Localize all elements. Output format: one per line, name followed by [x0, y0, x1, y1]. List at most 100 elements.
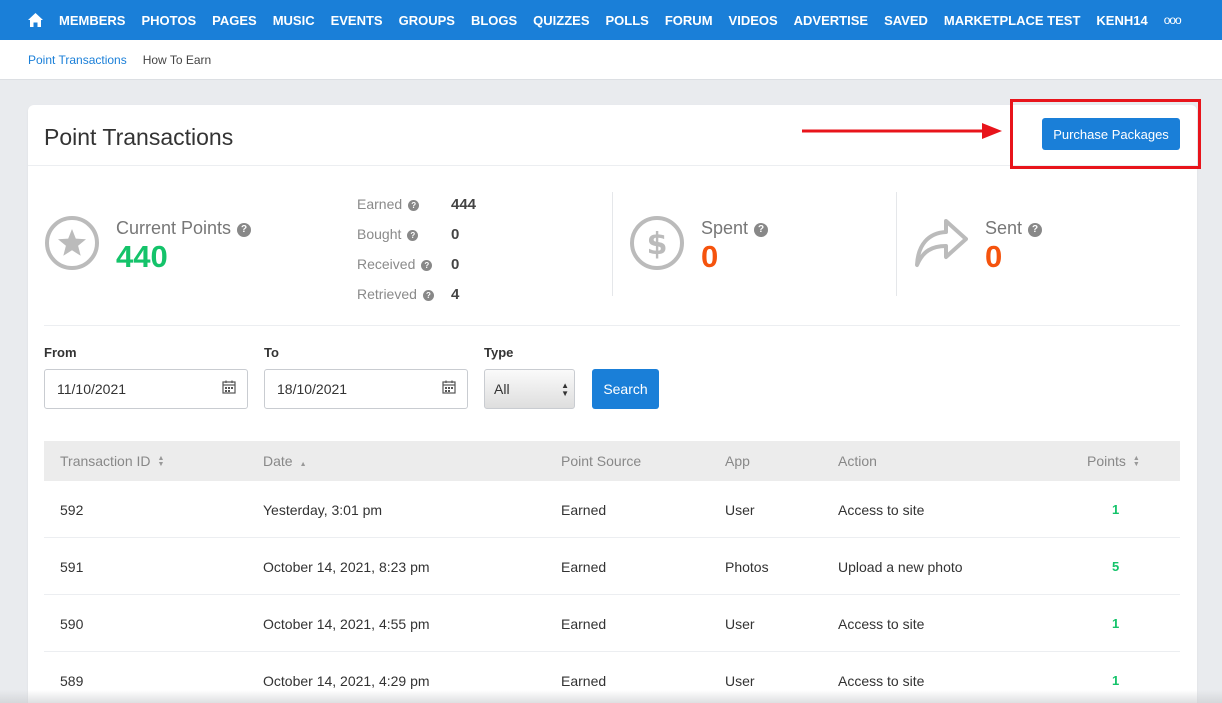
nav-item-photos[interactable]: PHOTOS — [141, 13, 196, 28]
spent-label: Spent — [701, 218, 749, 238]
breakdown-row-received: Received? 0 — [357, 249, 476, 279]
cell-points: 1 — [1112, 616, 1120, 631]
spent-value: 0 — [701, 239, 719, 274]
cell-action: Upload a new photo — [838, 559, 963, 575]
sent-value: 0 — [985, 239, 1003, 274]
svg-text:$: $ — [647, 227, 668, 262]
nav-item-quizzes[interactable]: QUIZZES — [533, 13, 589, 28]
cell-action: Access to site — [838, 616, 925, 632]
share-arrow-icon — [915, 219, 968, 267]
column-header-transaction-id[interactable]: Transaction ID ▲ ▼ — [60, 453, 164, 469]
column-header-date[interactable]: Date ▲ — [263, 453, 307, 469]
help-icon[interactable]: ? — [1028, 223, 1043, 237]
bought-value: 0 — [451, 225, 460, 243]
retrieved-value: 4 — [451, 285, 460, 303]
nav-item-groups[interactable]: GROUPS — [399, 13, 455, 28]
cell-transaction-id: 592 — [60, 502, 84, 518]
cell-app: Photos — [725, 559, 769, 575]
points-summary: Current Points? 440 Earned? 444 Bought? … — [44, 189, 1180, 303]
help-icon[interactable]: ? — [754, 223, 769, 237]
from-date-input[interactable] — [44, 369, 248, 409]
nav-item-pages[interactable]: PAGES — [212, 13, 257, 28]
card-header: Point Transactions Purchase Packages — [28, 99, 1201, 169]
cell-points: 1 — [1112, 502, 1120, 517]
current-points-value: 440 — [116, 239, 168, 274]
points-breakdown: Earned? 444 Bought? 0 Received? 0 Retrie… — [357, 189, 476, 309]
cell-transaction-id: 589 — [60, 673, 84, 689]
nav-item-members[interactable]: MEMBERS — [59, 13, 125, 28]
nav-item-saved[interactable]: SAVED — [884, 13, 928, 28]
from-label: From — [44, 345, 77, 360]
calendar-icon[interactable] — [442, 380, 456, 394]
help-icon[interactable]: ? — [408, 200, 420, 211]
search-button[interactable]: Search — [592, 369, 659, 409]
cell-app: User — [725, 673, 755, 689]
sort-both-icon: ▲ ▼ — [1132, 455, 1140, 468]
received-value: 0 — [451, 255, 460, 273]
table-header: Transaction ID ▲ ▼ Date ▲ Point Source App … — [44, 441, 1180, 481]
stats-divider — [896, 192, 897, 296]
nav-item-marketplace-test[interactable]: MARKETPLACE TEST — [944, 13, 1081, 28]
subnav-point-transactions[interactable]: Point Transactions — [28, 53, 127, 67]
cell-points: 5 — [1112, 559, 1120, 574]
table-row: 592 Yesterday, 3:01 pm Earned User Acces… — [44, 481, 1180, 538]
select-arrows-icon: ▲ ▼ — [561, 381, 569, 398]
star-icon — [45, 216, 99, 270]
breakdown-row-earned: Earned? 444 — [357, 189, 476, 219]
type-select[interactable]: All ▲ ▼ — [484, 369, 575, 409]
to-date-input[interactable] — [264, 369, 468, 409]
subnav-how-to-earn[interactable]: How To Earn — [143, 53, 211, 67]
cell-app: User — [725, 502, 755, 518]
stats-divider — [612, 192, 613, 296]
column-header-action: Action — [838, 453, 877, 469]
section-divider — [44, 325, 1180, 326]
cell-transaction-id: 591 — [60, 559, 84, 575]
cell-point-source: Earned — [561, 502, 607, 518]
to-label: To — [264, 345, 279, 360]
sort-both-icon: ▲ ▼ — [157, 455, 165, 468]
top-navigation: MEMBERS PHOTOS PAGES MUSIC EVENTS GROUPS… — [0, 0, 1222, 40]
table-row: 591 October 14, 2021, 8:23 pm Earned Pho… — [44, 538, 1180, 595]
column-header-app: App — [725, 453, 750, 469]
bottom-shadow — [0, 690, 1222, 703]
type-label: Type — [484, 345, 514, 360]
cell-points: 1 — [1112, 673, 1120, 688]
nav-item-polls[interactable]: POLLS — [606, 13, 649, 28]
column-header-points[interactable]: Points ▲ ▼ — [1087, 453, 1140, 469]
current-points-label: Current Points — [116, 218, 232, 238]
point-transactions-card: Point Transactions Purchase Packages Cur… — [28, 99, 1201, 703]
cell-point-source: Earned — [561, 673, 607, 689]
nav-item-events[interactable]: EVENTS — [331, 13, 383, 28]
transactions-table: Transaction ID ▲ ▼ Date ▲ Point Source App … — [44, 441, 1180, 703]
cell-date: October 14, 2021, 4:29 pm — [263, 673, 430, 689]
bought-label: Bought — [357, 226, 402, 242]
received-label: Received — [357, 256, 416, 272]
sub-navigation: Point Transactions How To Earn — [0, 40, 1222, 80]
retrieved-label: Retrieved — [357, 286, 417, 302]
calendar-icon[interactable] — [222, 380, 236, 394]
breakdown-row-bought: Bought? 0 — [357, 219, 476, 249]
help-icon[interactable]: ? — [407, 230, 419, 241]
cell-action: Access to site — [838, 673, 925, 689]
help-icon[interactable]: ? — [237, 223, 252, 237]
home-icon[interactable] — [28, 12, 44, 28]
cell-date: Yesterday, 3:01 pm — [263, 502, 383, 518]
help-icon[interactable]: ? — [422, 290, 434, 301]
cell-app: User — [725, 616, 755, 632]
help-icon[interactable]: ? — [421, 260, 433, 271]
nav-item-forum[interactable]: FORUM — [665, 13, 713, 28]
more-menu-icon[interactable]: ooo — [1164, 13, 1182, 27]
nav-item-kenh14[interactable]: KENH14 — [1096, 13, 1147, 28]
type-selected-value: All — [494, 381, 510, 397]
nav-item-advertise[interactable]: ADVERTISE — [794, 13, 868, 28]
nav-item-music[interactable]: MUSIC — [273, 13, 315, 28]
cell-date: October 14, 2021, 4:55 pm — [263, 616, 430, 632]
nav-item-videos[interactable]: VIDEOS — [729, 13, 778, 28]
earned-value: 444 — [451, 195, 477, 213]
nav-item-blogs[interactable]: BLOGS — [471, 13, 517, 28]
purchase-packages-button[interactable]: Purchase Packages — [1042, 118, 1180, 150]
breakdown-row-retrieved: Retrieved? 4 — [357, 279, 476, 309]
earned-label: Earned — [357, 196, 403, 212]
page-title: Point Transactions — [44, 124, 234, 150]
cell-point-source: Earned — [561, 616, 607, 632]
